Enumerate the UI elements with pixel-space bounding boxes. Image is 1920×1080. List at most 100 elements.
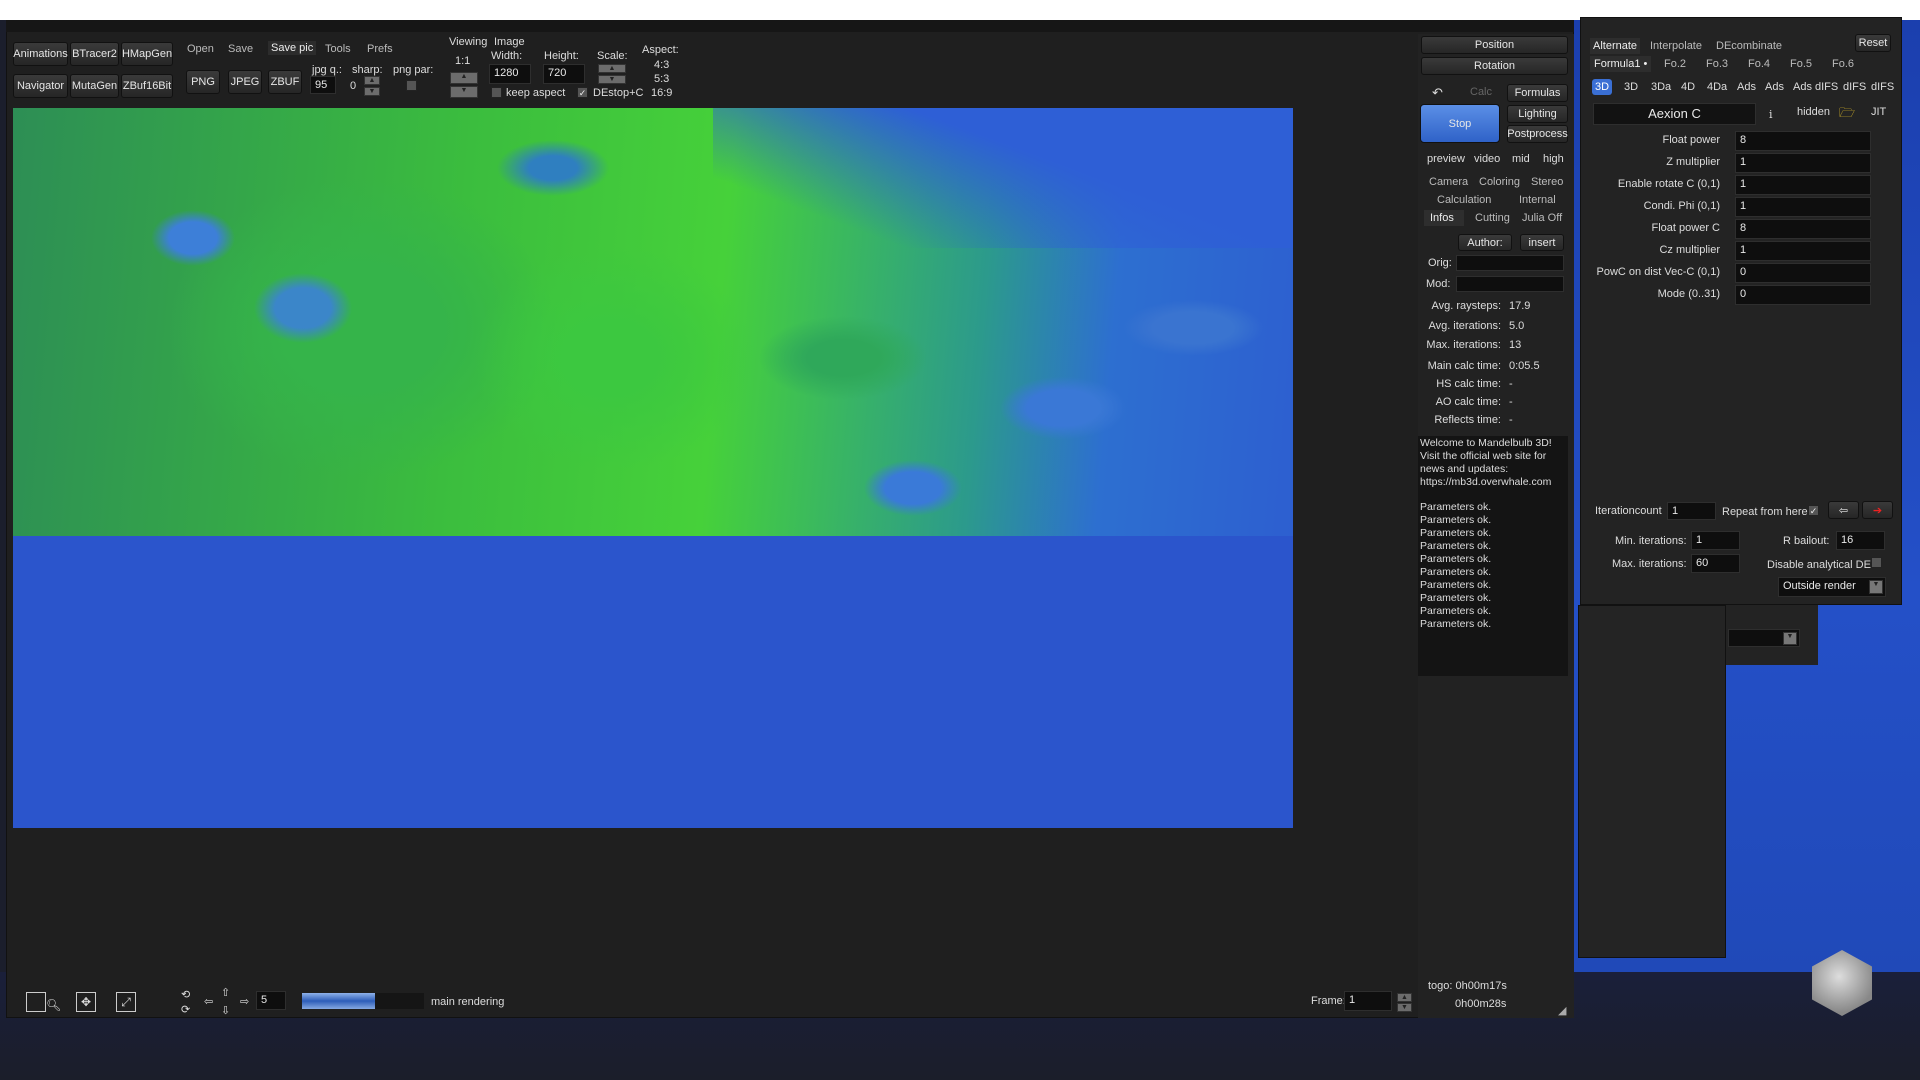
tab-coloring[interactable]: Coloring — [1479, 176, 1520, 188]
frame-down-icon[interactable]: ▼ — [1397, 1003, 1412, 1012]
tab-camera[interactable]: Camera — [1429, 176, 1468, 188]
bailout-input[interactable]: 16 — [1836, 531, 1885, 550]
rotation-button[interactable]: Rotation — [1421, 57, 1568, 75]
menu-save[interactable]: Save — [228, 43, 253, 55]
formula-type-tab[interactable]: 3Da — [1648, 79, 1674, 95]
aspect-5-3[interactable]: 5:3 — [654, 73, 669, 85]
extension-dropdown-arrow-icon[interactable]: ▼ — [1783, 632, 1797, 645]
viewing-down-icon[interactable]: ▼ — [450, 86, 478, 98]
menu-tools[interactable]: Tools — [325, 43, 351, 55]
menu-prefs[interactable]: Prefs — [367, 43, 393, 55]
animations-button[interactable]: Animations — [13, 42, 68, 66]
hidden-button[interactable]: hidden — [1797, 106, 1830, 118]
rotate-left-icon[interactable]: ⟲ — [181, 988, 190, 1001]
aspect-4-3[interactable]: 4:3 — [654, 59, 669, 71]
formulas-button[interactable]: Formulas — [1507, 84, 1568, 102]
orig-input[interactable] — [1456, 255, 1564, 271]
param-value-input[interactable]: 1 — [1735, 197, 1871, 217]
formula-type-tab[interactable]: dIFS — [1840, 79, 1869, 95]
info-button[interactable]: i — [1769, 108, 1773, 121]
destop-checkbox[interactable]: ✓ — [577, 87, 588, 98]
insert-button[interactable]: insert — [1520, 234, 1564, 251]
folder-icon[interactable]: 🗁 — [1839, 104, 1855, 126]
arrow-up-icon[interactable]: ⇧ — [221, 986, 230, 999]
mutagen-button[interactable]: MutaGen — [70, 74, 119, 98]
mode-interpolate[interactable]: Interpolate — [1650, 40, 1702, 52]
postprocess-button[interactable]: Postprocess — [1507, 125, 1568, 143]
sharp-down-icon[interactable]: ▼ — [364, 87, 380, 96]
max-iterations-input[interactable]: 60 — [1691, 554, 1740, 573]
disable-de-checkbox[interactable] — [1871, 557, 1882, 568]
width-input[interactable]: 1280 — [489, 64, 531, 84]
formula-type-tab[interactable]: 3D — [1621, 79, 1641, 95]
param-value-input[interactable]: 0 — [1735, 285, 1871, 305]
min-iterations-input[interactable]: 1 — [1691, 531, 1740, 550]
iterationcount-input[interactable]: 1 — [1667, 502, 1716, 520]
formula-name[interactable]: Aexion C — [1593, 103, 1756, 125]
lighting-button[interactable]: Lighting — [1507, 105, 1568, 123]
param-value-input[interactable]: 1 — [1735, 241, 1871, 261]
param-value-input[interactable]: 1 — [1735, 153, 1871, 173]
param-value-input[interactable]: 8 — [1735, 131, 1871, 151]
resize-diagonal-icon[interactable]: ⤢ — [116, 992, 136, 1012]
arrow-right-icon[interactable]: ⇨ — [240, 995, 249, 1008]
sharp-value[interactable]: 0 — [350, 80, 356, 92]
zbuf-button[interactable]: ZBUF — [268, 70, 302, 94]
formula-type-tab[interactable]: 3D — [1592, 79, 1613, 95]
sharp-up-icon[interactable]: ▲ — [364, 76, 380, 85]
reset-button[interactable]: Reset — [1855, 34, 1891, 52]
formula-type-tab[interactable]: Ads — [1734, 79, 1759, 95]
arrow-down-icon[interactable]: ⇩ — [221, 1004, 230, 1017]
png-par-checkbox[interactable] — [406, 80, 417, 91]
jpg-quality-input[interactable]: 95 — [310, 76, 336, 94]
param-value-input[interactable]: 8 — [1735, 219, 1871, 239]
tab-cutting[interactable]: Cutting — [1475, 212, 1510, 224]
jpeg-button[interactable]: JPEG — [228, 70, 262, 94]
quality-high[interactable]: high — [1543, 153, 1564, 165]
author-button[interactable]: Author: — [1458, 234, 1512, 251]
step-input[interactable]: 5 — [256, 991, 286, 1010]
zoom-select-icon[interactable] — [26, 992, 46, 1012]
frame-input[interactable]: 1 — [1344, 991, 1392, 1011]
param-value-input[interactable]: 0 — [1735, 263, 1871, 283]
title-bar[interactable] — [6, 20, 1574, 32]
formula-slot-tab[interactable]: Fo.2 — [1660, 56, 1690, 72]
btracer2-button[interactable]: BTracer2 — [70, 42, 119, 66]
param-value-input[interactable]: 1 — [1735, 175, 1871, 195]
resize-grip-icon[interactable]: ◢ — [1558, 1004, 1566, 1017]
quality-video[interactable]: video — [1474, 153, 1500, 165]
frame-up-icon[interactable]: ▲ — [1397, 993, 1412, 1002]
zbuf16bit-button[interactable]: ZBuf16Bit — [121, 74, 173, 98]
formula-type-tab[interactable]: 4D — [1678, 79, 1698, 95]
scale-up-icon[interactable]: ▲ — [598, 64, 626, 73]
rotate-right-icon[interactable]: ⟳ — [181, 1003, 190, 1016]
repeat-checkbox[interactable]: ✓ — [1808, 505, 1819, 516]
tab-infos[interactable]: Infos — [1424, 210, 1464, 226]
mode-alternate[interactable]: Alternate — [1590, 38, 1641, 54]
formula-type-tab[interactable]: dIFS — [1868, 79, 1897, 95]
formula-slot-tab[interactable]: Formula1 • — [1590, 56, 1652, 72]
formula-type-tab[interactable]: 4Da — [1704, 79, 1730, 95]
position-button[interactable]: Position — [1421, 36, 1568, 54]
height-input[interactable]: 720 — [543, 64, 585, 84]
next-formula-button[interactable]: ➔ — [1862, 501, 1893, 519]
formula-type-tab[interactable]: dIFS — [1812, 79, 1841, 95]
menu-save-pic[interactable]: Save pic — [268, 41, 317, 55]
quality-preview[interactable]: preview — [1427, 153, 1465, 165]
mode-decombinate[interactable]: DEcombinate — [1716, 40, 1782, 52]
navigator-button[interactable]: Navigator — [13, 74, 68, 98]
stop-button[interactable]: Stop — [1420, 104, 1500, 143]
viewing-up-icon[interactable]: ▲ — [450, 72, 478, 84]
calc-button[interactable]: Calc — [1470, 86, 1492, 98]
menu-open[interactable]: Open — [187, 43, 214, 55]
undo-icon[interactable]: ↶ — [1432, 85, 1443, 101]
aspect-16-9[interactable]: 16:9 — [651, 87, 672, 99]
scale-down-icon[interactable]: ▼ — [598, 75, 626, 84]
render-view[interactable] — [13, 108, 1293, 828]
tab-stereo[interactable]: Stereo — [1531, 176, 1563, 188]
formula-slot-tab[interactable]: Fo.6 — [1828, 56, 1858, 72]
jit-button[interactable]: JIT — [1871, 106, 1886, 118]
outside-render-arrow-icon[interactable]: ▼ — [1869, 580, 1883, 594]
tab-calculation[interactable]: Calculation — [1437, 194, 1491, 206]
formula-type-tab[interactable]: Ads — [1762, 79, 1787, 95]
